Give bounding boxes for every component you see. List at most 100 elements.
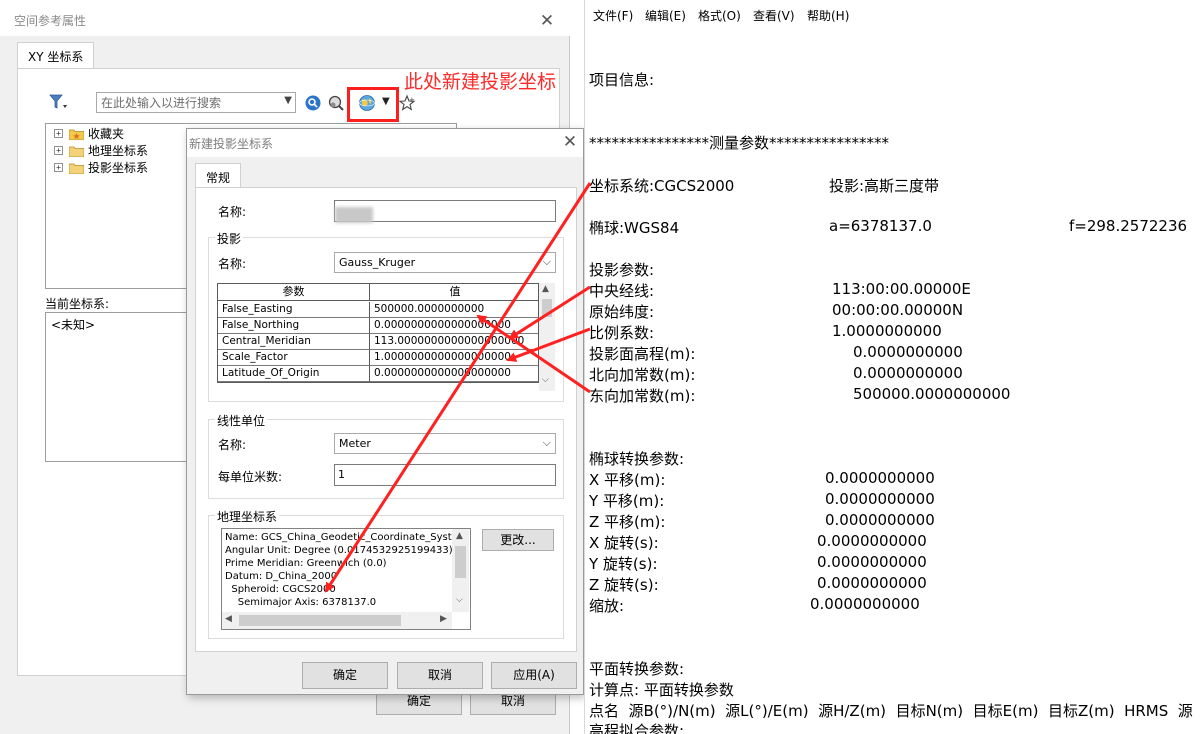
- param-value: 113:00:00.00000E: [832, 280, 971, 298]
- chevron-down-icon[interactable]: ▼: [284, 95, 292, 106]
- param-value-cell[interactable]: 1.0000000000000000000: [370, 350, 538, 366]
- folder-icon: [69, 146, 84, 157]
- scroll-up-icon[interactable]: ▲: [542, 284, 549, 294]
- notepad-window: 文件(F) 编辑(E) 格式(O) 查看(V) 帮助(H) 项目信息: ****…: [584, 0, 1200, 734]
- param-value-cell[interactable]: 113.0000000000000000000: [370, 334, 538, 350]
- svg-text:+: +: [409, 96, 415, 104]
- scroll-up-icon[interactable]: ▲: [456, 531, 463, 541]
- scroll-thumb[interactable]: [542, 299, 552, 317]
- meters-per-unit-field[interactable]: 1: [334, 464, 556, 486]
- menu-help[interactable]: 帮助(H): [807, 7, 849, 24]
- param-value-cell[interactable]: 0.0000000000000000000: [370, 318, 538, 334]
- favorites-folder-icon: [69, 129, 84, 140]
- scroll-left-icon[interactable]: ◀: [225, 614, 232, 624]
- param-value: 00:00:00.00000N: [832, 301, 964, 319]
- tree-item-label: 收藏夹: [88, 127, 125, 141]
- cancel-button[interactable]: 取消: [397, 662, 483, 689]
- close-icon[interactable]: ✕: [537, 11, 557, 31]
- param-key: 东向加常数(m):: [589, 387, 696, 405]
- param-key: 投影面高程(m):: [589, 345, 696, 363]
- param-name-cell: False_Easting: [218, 302, 370, 318]
- close-icon[interactable]: ✕: [560, 132, 580, 152]
- semi-major-axis: a=6378137.0: [829, 217, 932, 235]
- tree-item-label: 地理坐标系: [88, 144, 149, 158]
- param-key: 原始纬度:: [589, 303, 655, 321]
- chevron-down-icon[interactable]: ⌵: [543, 436, 551, 450]
- value-column-header[interactable]: 值: [370, 284, 538, 301]
- param-name-cell: Central_Meridian: [218, 334, 370, 350]
- gcs-line: Semimajor Axis: 6378137.0: [225, 597, 377, 608]
- param-value: 500000.0000000000: [853, 385, 1011, 403]
- unit-name-label: 名称:: [218, 438, 247, 452]
- param-value: 0.0000000000: [817, 574, 927, 592]
- folder-icon: [69, 163, 84, 174]
- connect-search-icon[interactable]: [327, 94, 345, 112]
- param-key: X 平移(m):: [589, 471, 666, 489]
- project-info: 项目信息:: [589, 71, 655, 89]
- menu-view[interactable]: 查看(V): [753, 7, 795, 24]
- ell-transform-title: 椭球转换参数:: [589, 450, 685, 468]
- dialog-title: 空间参考属性: [14, 14, 87, 28]
- projection-group-title: 投影: [215, 230, 244, 247]
- chevron-down-icon[interactable]: ⌵: [543, 255, 551, 269]
- apply-button[interactable]: 应用(A): [491, 662, 577, 689]
- chevron-down-icon[interactable]: ⌵: [456, 595, 463, 605]
- param-value: 0.0000000000: [817, 553, 927, 571]
- tree-item-label: 投影坐标系: [88, 161, 149, 175]
- change-button[interactable]: 更改...: [482, 529, 554, 551]
- chevron-down-icon[interactable]: ⌵: [542, 375, 549, 385]
- param-key: 中央经线:: [589, 282, 655, 300]
- param-value-cell[interactable]: 500000.0000000000: [370, 302, 538, 318]
- param-value: 0.0000000000: [825, 490, 935, 508]
- star-add-icon[interactable]: +: [398, 94, 416, 112]
- gcs-vertical-scrollbar[interactable]: ▲ ⌵: [452, 529, 469, 612]
- scroll-thumb[interactable]: [239, 615, 401, 626]
- param-key: Y 平移(m):: [589, 492, 665, 510]
- meters-per-unit-label: 每单位米数:: [218, 470, 283, 484]
- projection-select-value: Gauss_Kruger: [339, 256, 416, 269]
- tree-item-favorites[interactable]: + 收藏夹: [54, 125, 124, 142]
- title-bar: 空间参考属性 ✕: [0, 0, 570, 36]
- ok-button[interactable]: 确定: [302, 662, 388, 689]
- menu-edit[interactable]: 编辑(E): [645, 7, 686, 24]
- gcs-horizontal-scrollbar[interactable]: ◀ ▶: [222, 612, 452, 629]
- scroll-right-icon[interactable]: ▶: [440, 614, 447, 624]
- current-coordinate-value: <未知>: [51, 318, 96, 332]
- table-header: 点名 源B(°)/N(m) 源L(°)/E(m) 源H/Z(m) 目标N(m) …: [589, 702, 1193, 720]
- param-value-cell[interactable]: 0.0000000000000000000: [370, 366, 538, 382]
- scroll-thumb[interactable]: [455, 546, 466, 578]
- search-icon[interactable]: [304, 94, 322, 112]
- gcs-line: Spheroid: CGCS2000: [225, 584, 336, 595]
- plane-title: 平面转换参数:: [589, 660, 685, 678]
- highlight-box: [347, 87, 399, 122]
- dialog-title: 新建投影坐标系: [189, 137, 274, 151]
- expand-icon[interactable]: +: [54, 163, 63, 172]
- name-label: 名称:: [218, 205, 247, 219]
- linear-unit-group-title: 线性单位: [215, 412, 268, 429]
- projection-select[interactable]: Gauss_Kruger ⌵: [334, 252, 556, 273]
- filter-icon[interactable]: [48, 93, 70, 111]
- search-box[interactable]: ▼: [96, 92, 296, 113]
- table-scrollbar[interactable]: ▲ ⌵: [539, 283, 555, 391]
- unit-select[interactable]: Meter ⌵: [334, 433, 556, 454]
- params-header: ****************测量参数****************: [589, 134, 890, 152]
- meters-per-unit-value: 1: [338, 468, 345, 481]
- annotation-text: 此处新建投影坐标: [404, 71, 557, 93]
- search-input[interactable]: [97, 93, 273, 112]
- tree-item-geographic[interactable]: + 地理坐标系: [54, 142, 148, 159]
- param-name-cell: False_Northing: [218, 318, 370, 334]
- menu-file[interactable]: 文件(F): [593, 7, 633, 24]
- menu-format[interactable]: 格式(O): [698, 7, 741, 24]
- expand-icon[interactable]: +: [54, 146, 63, 155]
- param-key: Z 平移(m):: [589, 513, 666, 531]
- unit-select-value: Meter: [339, 437, 371, 450]
- expand-icon[interactable]: +: [54, 129, 63, 138]
- param-name-cell: Scale_Factor: [218, 350, 370, 366]
- parameter-table[interactable]: 参数 值 False_Easting 500000.0000000000 Fal…: [217, 283, 539, 383]
- gcs-line: Angular Unit: Degree (0.0174532925199433…: [225, 545, 453, 556]
- tree-item-projected[interactable]: + 投影坐标系: [54, 159, 148, 176]
- projection: 投影:高斯三度带: [829, 177, 940, 195]
- param-key: 北向加常数(m):: [589, 366, 696, 384]
- menu-bar: 文件(F) 编辑(E) 格式(O) 查看(V) 帮助(H): [585, 0, 1200, 30]
- param-column-header[interactable]: 参数: [218, 284, 370, 301]
